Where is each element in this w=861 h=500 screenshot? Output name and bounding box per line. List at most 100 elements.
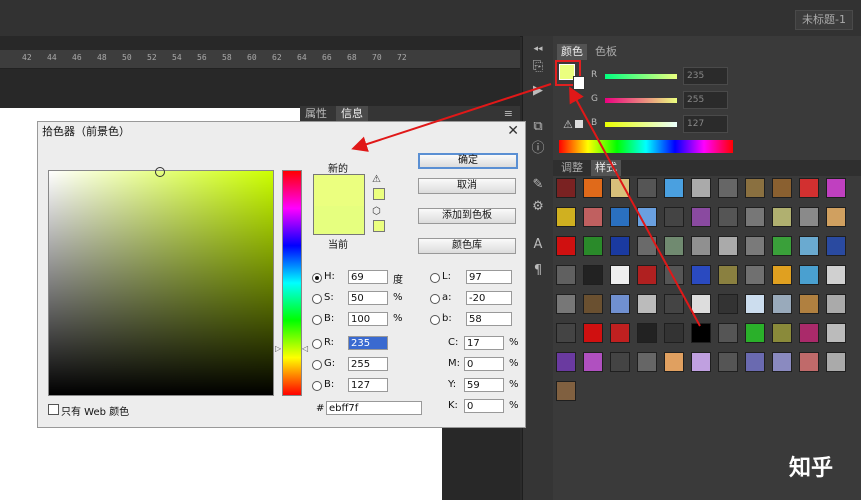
lab-input[interactable]: -20 — [466, 291, 512, 305]
slider-value-input[interactable]: 235 — [683, 67, 728, 85]
style-swatch[interactable] — [772, 323, 792, 343]
style-swatch[interactable] — [799, 178, 819, 198]
style-swatch[interactable] — [745, 178, 765, 198]
style-swatch[interactable] — [745, 207, 765, 227]
style-swatch[interactable] — [799, 207, 819, 227]
radio-lab-2[interactable] — [430, 315, 440, 325]
add-to-swatches-button[interactable]: 添加到色板 — [418, 208, 516, 224]
style-swatch[interactable] — [799, 352, 819, 372]
style-swatch[interactable] — [664, 178, 684, 198]
color-field-cursor[interactable] — [155, 167, 165, 177]
style-swatch[interactable] — [556, 294, 576, 314]
style-swatch[interactable] — [718, 294, 738, 314]
style-swatch[interactable] — [583, 178, 603, 198]
style-swatch[interactable] — [718, 178, 738, 198]
hue-slider-left-arrow-icon[interactable]: ▷ — [275, 344, 281, 353]
style-swatch[interactable] — [745, 265, 765, 285]
style-swatch[interactable] — [610, 265, 630, 285]
tab-styles[interactable]: 样式 — [591, 160, 621, 176]
style-swatch[interactable] — [637, 236, 657, 256]
style-swatch[interactable] — [610, 352, 630, 372]
tab-adjustments[interactable]: 调整 — [557, 160, 587, 176]
color-libraries-button[interactable]: 颜色库 — [418, 238, 516, 254]
color-slider-b[interactable]: B 127 — [587, 115, 728, 136]
color-spectrum-bar[interactable] — [559, 140, 733, 153]
hex-input[interactable]: ebff7f — [326, 401, 422, 415]
style-swatch[interactable] — [664, 352, 684, 372]
style-swatch[interactable] — [691, 265, 711, 285]
web-cube-icon[interactable]: ⬡ — [372, 206, 381, 217]
style-swatch[interactable] — [826, 294, 846, 314]
play-icon[interactable]: ▶ — [529, 82, 547, 100]
style-swatch[interactable] — [556, 381, 576, 401]
style-swatch[interactable] — [610, 294, 630, 314]
style-swatch[interactable] — [610, 323, 630, 343]
style-swatch[interactable] — [826, 207, 846, 227]
cmyk-input[interactable]: 0 — [464, 357, 504, 371]
style-swatch[interactable] — [583, 207, 603, 227]
style-swatch[interactable] — [799, 265, 819, 285]
style-swatch[interactable] — [583, 265, 603, 285]
cmyk-input[interactable]: 17 — [464, 336, 504, 350]
style-swatch[interactable] — [772, 352, 792, 372]
color-slider-g[interactable]: G 255 — [587, 91, 728, 112]
cmyk-input[interactable]: 0 — [464, 399, 504, 413]
radio-rgb-2[interactable] — [312, 381, 322, 391]
radio-hsb-1[interactable] — [312, 294, 322, 304]
style-swatch[interactable] — [691, 236, 711, 256]
current-color-swatch[interactable] — [313, 206, 365, 235]
gamut-warning-icon[interactable]: ⚠ — [372, 174, 381, 185]
style-swatch[interactable] — [826, 236, 846, 256]
radio-rgb-0[interactable] — [312, 339, 322, 349]
style-swatch[interactable] — [772, 236, 792, 256]
hsb-input[interactable]: 69 — [348, 270, 388, 284]
radio-lab-1[interactable] — [430, 294, 440, 304]
style-swatch[interactable] — [772, 178, 792, 198]
style-swatch[interactable] — [745, 236, 765, 256]
document-tab[interactable]: 未标题-1 — [795, 10, 853, 30]
web-safe-swatch[interactable] — [373, 220, 385, 232]
radio-rgb-1[interactable] — [312, 360, 322, 370]
style-swatch[interactable] — [664, 236, 684, 256]
style-swatch[interactable] — [691, 207, 711, 227]
cmyk-input[interactable]: 59 — [464, 378, 504, 392]
style-swatch[interactable] — [718, 323, 738, 343]
collapse-arrows-icon[interactable]: ◂◂ — [529, 40, 547, 58]
cancel-button[interactable]: 取消 — [418, 178, 516, 194]
hue-slider[interactable] — [282, 170, 302, 396]
style-swatch[interactable] — [691, 323, 711, 343]
tab-info[interactable]: 信息 — [336, 106, 368, 122]
radio-hsb-0[interactable] — [312, 273, 322, 283]
hsb-input[interactable]: 50 — [348, 291, 388, 305]
style-swatch[interactable] — [556, 236, 576, 256]
character-icon[interactable]: A — [529, 236, 547, 254]
lab-input[interactable]: 97 — [466, 270, 512, 284]
info-icon[interactable]: ⓘ — [529, 140, 547, 158]
style-swatch[interactable] — [826, 265, 846, 285]
style-swatch[interactable] — [556, 323, 576, 343]
tab-color[interactable]: 颜色 — [557, 44, 587, 60]
paragraph-icon[interactable]: ¶ — [529, 262, 547, 280]
style-swatch[interactable] — [799, 323, 819, 343]
style-swatch[interactable] — [826, 323, 846, 343]
style-swatch[interactable] — [583, 352, 603, 372]
style-swatch[interactable] — [772, 265, 792, 285]
background-color-swatch[interactable] — [573, 76, 585, 90]
color-slider-r[interactable]: R 235 — [587, 67, 728, 88]
style-swatch[interactable] — [610, 236, 630, 256]
layers-icon[interactable]: ⧉ — [529, 118, 547, 136]
style-swatch[interactable] — [745, 352, 765, 372]
style-swatch[interactable] — [718, 207, 738, 227]
style-swatch[interactable] — [583, 236, 603, 256]
gamut-swatch[interactable] — [373, 188, 385, 200]
brush-icon[interactable]: ✎ — [529, 176, 547, 194]
style-swatch[interactable] — [556, 207, 576, 227]
slider-value-input[interactable]: 127 — [683, 115, 728, 133]
slider-track[interactable] — [605, 122, 677, 127]
color-field[interactable] — [48, 167, 274, 396]
adjust-icon[interactable]: ⚙ — [529, 198, 547, 216]
radio-hsb-2[interactable] — [312, 315, 322, 325]
style-swatch[interactable] — [664, 294, 684, 314]
style-swatch[interactable] — [556, 178, 576, 198]
style-swatch[interactable] — [745, 294, 765, 314]
